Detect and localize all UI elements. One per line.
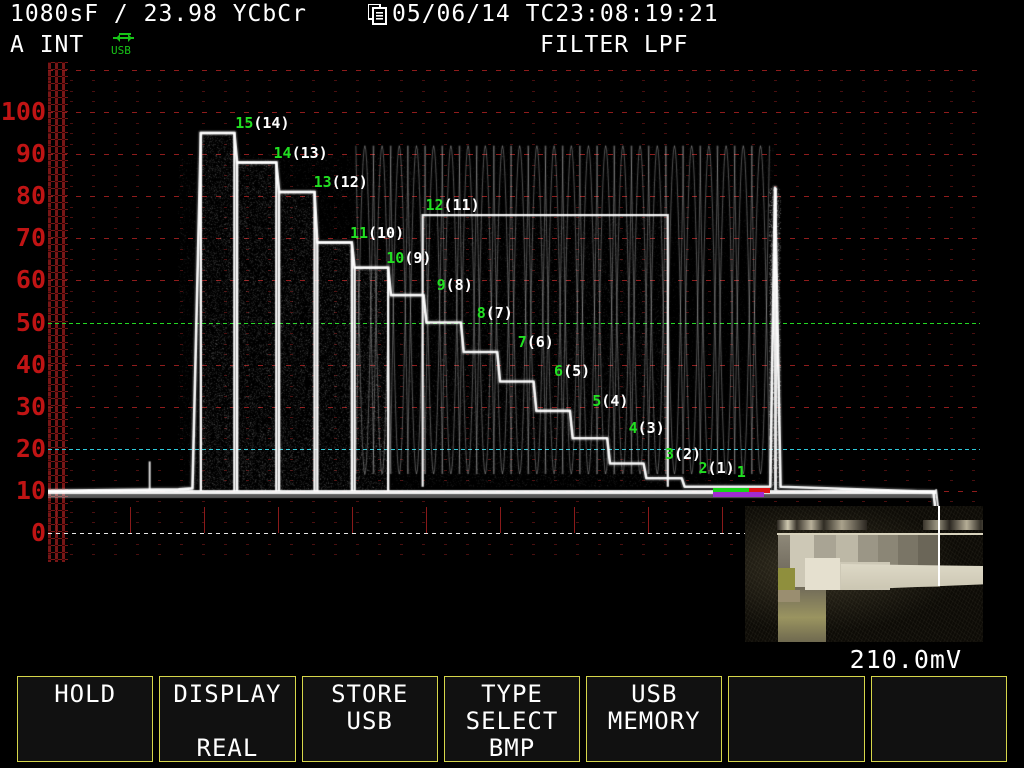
usb-icon: USB	[110, 31, 140, 59]
step-label-11: 11(10)	[350, 224, 404, 242]
step-label-value: 5	[592, 392, 601, 410]
step-label-8: 8(7)	[477, 304, 513, 322]
step-label-value: 1	[737, 463, 746, 481]
step-label-value: 12	[425, 196, 443, 214]
step-label-alt: (5)	[563, 362, 590, 380]
thumbnail-white-bar	[805, 558, 840, 590]
soft-key-3-line1: STORE	[303, 680, 437, 708]
marker-purple	[713, 492, 764, 497]
ire-label-50: 50	[16, 310, 46, 335]
soft-key-4-line2: SELECT	[445, 707, 579, 735]
step-label-15: 15(14)	[235, 114, 289, 132]
soft-key-1-line1: HOLD	[18, 680, 152, 708]
step-label-alt: (14)	[253, 114, 289, 132]
soft-key-menu: HOLD DISPLAY REAL STORE USB TYPE SELECT BMP USB M…	[17, 676, 1007, 762]
ire-label-90: 90	[16, 141, 46, 166]
ire-label-40: 40	[16, 352, 46, 377]
date-text: 05/06/14	[392, 1, 511, 27]
step-label-alt: (10)	[368, 224, 404, 242]
soft-key-4[interactable]: TYPE SELECT BMP	[444, 676, 580, 762]
soft-key-5-line1: USB	[587, 680, 721, 708]
date-timecode: 05/06/14 TC23:08:19:21	[392, 1, 719, 27]
soft-key-4-line1: TYPE	[445, 680, 579, 708]
level-readout: 210.0mV	[850, 645, 962, 674]
waveform-canvas	[48, 62, 980, 562]
ire-label-0: 0	[31, 520, 46, 545]
step-label-alt: (4)	[601, 392, 628, 410]
soft-key-2[interactable]: DISPLAY REAL	[159, 676, 295, 762]
soft-key-3[interactable]: STORE USB	[302, 676, 438, 762]
step-label-value: 3	[665, 445, 674, 463]
step-label-value: 14	[274, 144, 292, 162]
filter-mode: FILTER LPF	[540, 32, 688, 58]
step-label-alt: (2)	[674, 445, 701, 463]
step-label-9: 9(8)	[437, 276, 473, 294]
thumbnail-left-green	[778, 568, 795, 590]
soft-key-5-line2: MEMORY	[587, 707, 721, 735]
ire-label-60: 60	[16, 267, 46, 292]
step-label-value: 2	[699, 459, 708, 477]
step-label-alt: (11)	[444, 196, 480, 214]
waveform-monitor-screen: 1080sF / 23.98 YCbCr 05/06/14 TC23:08:19…	[0, 0, 1024, 768]
step-label-14: 14(13)	[274, 144, 328, 162]
step-label-10: 10(9)	[386, 249, 431, 267]
input-source: A INT	[10, 32, 84, 58]
step-label-value: 10	[386, 249, 404, 267]
step-label-value: 15	[235, 114, 253, 132]
step-label-alt: (8)	[446, 276, 473, 294]
timecode-text: TC23:08:19:21	[526, 1, 719, 27]
thumbnail-left-foot	[778, 590, 800, 602]
ire-label-30: 30	[16, 394, 46, 419]
step-label-value: 6	[554, 362, 563, 380]
soft-key-2-line3: REAL	[160, 734, 294, 762]
signal-format: 1080sF / 23.98 YCbCr	[10, 1, 307, 27]
step-label-value: 8	[477, 304, 486, 322]
step-label-4: 4(3)	[629, 419, 665, 437]
thumbnail-top-scale-right	[923, 520, 983, 530]
step-label-alt: (12)	[332, 173, 368, 191]
soft-key-5[interactable]: USB MEMORY	[586, 676, 722, 762]
step-label-value: 7	[518, 333, 527, 351]
ire-label-20: 20	[16, 436, 46, 461]
soft-key-1[interactable]: HOLD	[17, 676, 153, 762]
step-label-alt: (9)	[404, 249, 431, 267]
step-label-value: 11	[350, 224, 368, 242]
soft-key-6[interactable]	[728, 676, 864, 762]
step-label-2: 2(1)	[699, 459, 735, 477]
step-label-alt: (1)	[708, 459, 735, 477]
status-header: 1080sF / 23.98 YCbCr 05/06/14 TC23:08:19…	[0, 0, 1024, 62]
ire-label-70: 70	[16, 225, 46, 250]
waveform-trace: 15(14) 14(13) 13(12) 11(10) 10(9) 12(11) 9(8) 8…	[48, 62, 980, 562]
step-label-alt: (3)	[638, 419, 665, 437]
soft-key-3-line2: USB	[303, 707, 437, 735]
memory-card-icon	[368, 4, 390, 25]
step-label-12: 12(11)	[425, 196, 479, 214]
step-label-1: 1	[737, 463, 746, 481]
ire-label-10: 10	[16, 478, 46, 503]
soft-key-7[interactable]	[871, 676, 1007, 762]
step-label-5: 5(4)	[592, 392, 628, 410]
picture-thumbnail	[745, 506, 983, 642]
soft-key-2-line1: DISPLAY	[160, 680, 294, 708]
step-label-alt: (13)	[292, 144, 328, 162]
step-label-value: 13	[314, 173, 332, 191]
step-label-6: 6(5)	[554, 362, 590, 380]
usb-icon-label: USB	[111, 44, 131, 57]
step-label-value: 9	[437, 276, 446, 294]
step-label-alt: (6)	[527, 333, 554, 351]
step-label-7: 7(6)	[518, 333, 554, 351]
step-label-alt: (7)	[486, 304, 513, 322]
ire-axis-labels: 100 90 80 70 60 50 40 30 20 10 0	[0, 62, 46, 562]
step-label-13: 13(12)	[314, 173, 368, 191]
thumbnail-cursor-vertical	[938, 506, 940, 586]
ire-label-100: 100	[1, 99, 46, 124]
soft-key-4-line3: BMP	[445, 734, 579, 762]
thumbnail-top-scale	[777, 520, 867, 530]
step-label-value: 4	[629, 419, 638, 437]
step-label-3: 3(2)	[665, 445, 701, 463]
ire-label-80: 80	[16, 183, 46, 208]
